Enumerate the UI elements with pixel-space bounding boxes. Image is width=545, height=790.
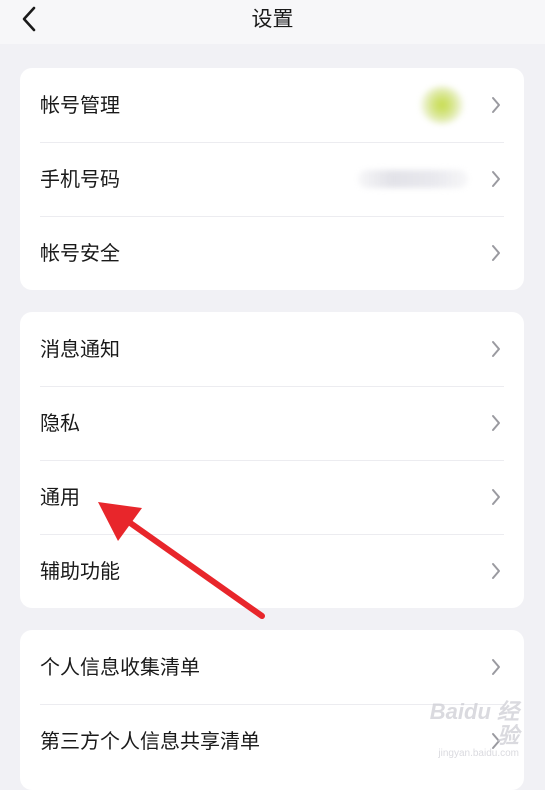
settings-item-general[interactable]: 通用	[20, 460, 524, 534]
settings-item-personal-info-list[interactable]: 个人信息收集清单	[20, 630, 524, 704]
settings-item-accessibility[interactable]: 辅助功能	[20, 534, 524, 608]
settings-group-general: 消息通知 隐私 通用 辅助功能	[20, 312, 524, 608]
phone-number-value	[358, 170, 468, 188]
nav-bar: 设置	[0, 0, 545, 44]
chevron-right-icon	[492, 245, 500, 261]
settings-item-label: 消息通知	[40, 337, 120, 361]
chevron-right-icon	[492, 415, 500, 431]
settings-item-label: 辅助功能	[40, 559, 120, 583]
settings-item-label: 通用	[40, 485, 80, 509]
chevron-right-icon	[492, 659, 500, 675]
settings-item-label: 第三方个人信息共享清单	[40, 729, 260, 753]
settings-item-label: 帐号安全	[40, 241, 120, 265]
settings-item-account-security[interactable]: 帐号安全	[20, 216, 524, 290]
settings-item-label: 帐号管理	[40, 93, 120, 117]
watermark: Baidu 经验 jingyan.baidu.com	[409, 700, 519, 760]
page-title: 设置	[251, 7, 294, 31]
avatar	[420, 86, 464, 124]
settings-item-privacy[interactable]: 隐私	[20, 386, 524, 460]
chevron-right-icon	[492, 489, 500, 505]
watermark-url: jingyan.baidu.com	[438, 748, 519, 759]
settings-item-label: 个人信息收集清单	[40, 655, 200, 679]
settings-group-account: 帐号管理 手机号码 帐号安全	[20, 68, 524, 290]
settings-item-notifications[interactable]: 消息通知	[20, 312, 524, 386]
settings-item-account-management[interactable]: 帐号管理	[20, 68, 524, 142]
chevron-right-icon	[492, 341, 500, 357]
settings-item-phone-number[interactable]: 手机号码	[20, 142, 524, 216]
chevron-right-icon	[492, 97, 500, 113]
chevron-right-icon	[492, 171, 500, 187]
watermark-logo: Baidu 经验	[429, 699, 519, 748]
settings-item-label: 隐私	[40, 411, 80, 435]
chevron-right-icon	[492, 563, 500, 579]
settings-item-label: 手机号码	[40, 167, 120, 191]
